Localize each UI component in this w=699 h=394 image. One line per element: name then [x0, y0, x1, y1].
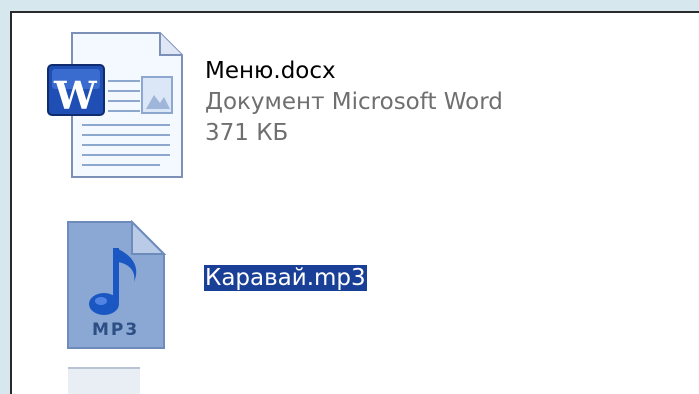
file-list-pane: W Меню.docx Документ Microsoft Word 371 … — [10, 11, 699, 394]
file-item-mp3[interactable]: MP3 Каравай.mp3 — [12, 208, 612, 350]
partial-file-icon — [68, 367, 140, 394]
file-text-mp3: Каравай.mp3 — [204, 263, 367, 294]
file-name-selected[interactable]: Каравай.mp3 — [204, 265, 367, 291]
file-name[interactable]: Меню.docx — [205, 56, 503, 87]
file-item-word[interactable]: W Меню.docx Документ Microsoft Word 371 … — [12, 13, 612, 178]
word-document-icon: W — [42, 25, 192, 178]
file-item-partial[interactable] — [68, 363, 148, 394]
window-frame: W Меню.docx Документ Microsoft Word 371 … — [0, 0, 699, 394]
mp3-file-icon: MP3 — [64, 219, 214, 350]
file-text-word: Меню.docx Документ Microsoft Word 371 КБ — [205, 56, 503, 149]
file-size: 371 КБ — [205, 120, 289, 146]
mp3-icon-label: MP3 — [92, 320, 140, 340]
word-badge-letter: W — [54, 73, 97, 118]
file-type: Документ Microsoft Word — [205, 89, 503, 115]
